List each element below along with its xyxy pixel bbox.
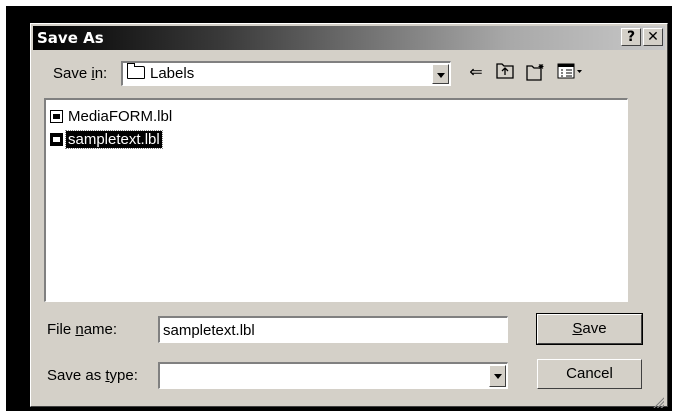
help-button[interactable]: ? xyxy=(621,28,641,46)
title-bar[interactable]: Save As ? ✕ xyxy=(33,26,665,50)
new-folder-icon[interactable] xyxy=(525,63,547,83)
list-item[interactable]: sampletext.lbl xyxy=(50,130,163,150)
file-name-label: File name: xyxy=(47,321,118,338)
save-as-type-dropdown[interactable] xyxy=(158,362,508,389)
label-file-icon xyxy=(50,110,63,123)
save-button[interactable]: Save xyxy=(536,313,643,345)
folder-icon xyxy=(127,63,145,79)
file-name-text: sampletext.lbl xyxy=(65,130,163,149)
chevron-down-icon[interactable] xyxy=(489,365,506,387)
label-file-icon xyxy=(50,133,63,146)
list-item[interactable]: MediaFORM.lbl xyxy=(50,108,174,127)
close-button[interactable]: ✕ xyxy=(643,28,663,46)
back-arrow-icon[interactable]: ⇐ xyxy=(465,63,487,83)
resize-grip[interactable] xyxy=(652,396,664,408)
up-one-level-icon[interactable] xyxy=(494,63,516,83)
dialog-title: Save As xyxy=(37,29,104,47)
save-in-value: Labels xyxy=(127,63,194,82)
file-name-input[interactable] xyxy=(158,316,508,343)
file-name-text: MediaFORM.lbl xyxy=(68,108,173,125)
save-in-dropdown[interactable]: Labels xyxy=(121,61,451,86)
save-in-label: Save in: xyxy=(53,65,108,82)
chevron-down-icon[interactable] xyxy=(432,64,449,84)
view-menu-icon[interactable] xyxy=(556,63,584,83)
save-as-type-label: Save as type: xyxy=(47,367,138,384)
file-list[interactable]: MediaFORM.lbl sampletext.lbl xyxy=(44,98,628,302)
cancel-button[interactable]: Cancel xyxy=(537,359,642,389)
